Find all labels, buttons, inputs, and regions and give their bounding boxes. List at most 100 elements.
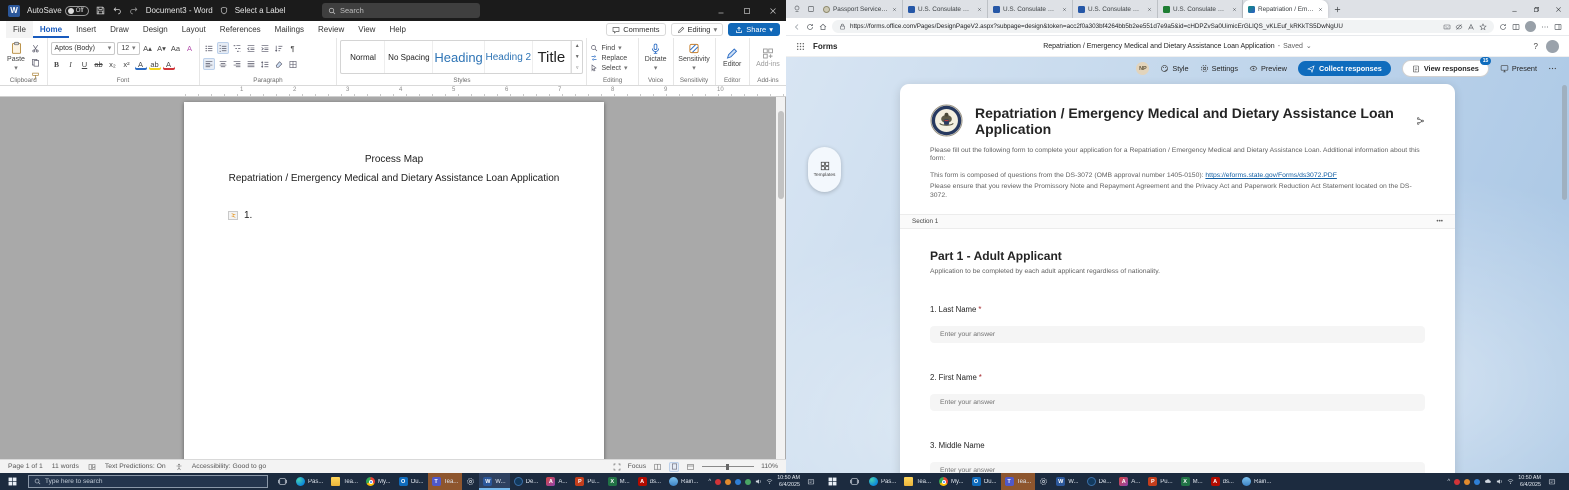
accessibility-status[interactable]: Accessibility: Good to go <box>192 463 266 470</box>
taskbar-app-excel[interactable]: XM... <box>1177 473 1207 490</box>
read-mode-icon[interactable] <box>653 463 662 471</box>
browser-tab-active[interactable]: Repatriation / Emergency Medi... <box>1243 0 1328 18</box>
clock-left[interactable]: 10:50 AM 6/4/2025 <box>777 475 800 488</box>
network-icon[interactable] <box>766 478 773 485</box>
view-responses-button[interactable]: View responses 15 <box>1402 60 1489 77</box>
taskbar-app-excel[interactable]: XM... <box>604 473 634 490</box>
section-header[interactable]: Section 1 ••• <box>900 214 1455 229</box>
tray-icon[interactable] <box>735 479 741 485</box>
tab-view[interactable]: View <box>351 21 382 38</box>
tab-references[interactable]: References <box>213 21 268 38</box>
home-icon[interactable] <box>819 23 827 31</box>
text-effects-icon[interactable]: A <box>135 58 147 70</box>
dictate-button[interactable]: Dictate▾ <box>642 40 670 74</box>
taskbar-app-weather[interactable]: Rain... <box>665 473 702 490</box>
close-tab-icon[interactable] <box>1062 7 1067 12</box>
restore-icon[interactable] <box>1525 0 1547 18</box>
style-no-spacing[interactable]: No Spacing <box>385 41 433 73</box>
taskbar-app-outlook[interactable]: OOu... <box>968 473 1001 490</box>
style-normal[interactable]: Normal <box>341 41 385 73</box>
taskbar-app-powerpoint[interactable]: PPu... <box>571 473 603 490</box>
taskbar-app-a[interactable]: AA... <box>542 473 571 490</box>
styles-gallery-icon[interactable]: ▿ <box>576 65 579 71</box>
first-name-input[interactable] <box>930 394 1425 411</box>
find-button[interactable]: Find▾ <box>590 44 634 52</box>
close-tab-icon[interactable] <box>977 7 982 12</box>
zoom-level[interactable]: 110% <box>761 463 778 470</box>
save-icon[interactable] <box>96 6 105 15</box>
chevron-down-icon[interactable]: ⌄ <box>1306 42 1312 50</box>
taskbar-app-defender[interactable]: De... <box>510 473 543 490</box>
tab-insert[interactable]: Insert <box>69 21 103 38</box>
volume-icon[interactable] <box>755 478 762 485</box>
present-button[interactable]: Present <box>1500 64 1537 73</box>
numbering-icon[interactable] <box>217 42 229 54</box>
browser-menu-icon[interactable] <box>1541 23 1549 31</box>
pilcrow-icon[interactable]: ¶ <box>287 42 299 54</box>
forms-doc-title[interactable]: Repatriation / Emergency Medical and Die… <box>786 42 1569 50</box>
ruler[interactable]: 1 2 3 4 5 6 7 8 9 10 <box>0 86 786 97</box>
action-center-icon[interactable] <box>804 478 818 486</box>
text-predictions[interactable]: Text Predictions: On <box>105 463 166 470</box>
styles-down-icon[interactable]: ▼ <box>575 54 580 60</box>
borders-icon[interactable] <box>287 58 299 70</box>
tab-help[interactable]: Help <box>382 21 412 38</box>
taskbar-app-folder[interactable]: Tea... <box>900 473 935 490</box>
browser-tab-3[interactable]: U.S. Consulate General Melbou... <box>988 0 1073 18</box>
hidden-icons-chevron[interactable]: ^ <box>708 479 711 485</box>
tray-icon[interactable] <box>725 479 731 485</box>
justify-icon[interactable] <box>245 58 257 70</box>
word-scrollbar[interactable] <box>776 97 785 459</box>
tray-icon[interactable] <box>745 479 751 485</box>
editor-button[interactable]: Editor <box>719 40 746 74</box>
superscript-icon[interactable]: x² <box>121 58 133 70</box>
ds3072-link[interactable]: https://eforms.state.gov/Forms/ds3072.PD… <box>1205 172 1336 179</box>
taskbar-app-chrome[interactable]: My... <box>362 473 395 490</box>
decrease-indent-icon[interactable] <box>245 42 257 54</box>
autosave-switch[interactable]: Off <box>65 6 89 16</box>
branch-icon[interactable] <box>1416 116 1425 126</box>
taskbar-search-input[interactable] <box>45 478 262 485</box>
taskbar-app-settings[interactable] <box>1035 473 1052 490</box>
style-heading2[interactable]: Heading 2 <box>485 41 533 73</box>
taskbar-app-teams[interactable]: TTea... <box>1001 473 1036 490</box>
tab-design[interactable]: Design <box>136 21 175 38</box>
web-layout-icon[interactable] <box>686 463 695 471</box>
url-field[interactable]: https://forms.office.com/Pages/DesignPag… <box>832 20 1494 33</box>
read-aloud-icon[interactable] <box>1467 23 1475 31</box>
word-count[interactable]: 11 words <box>52 463 79 470</box>
start-button[interactable] <box>0 473 24 490</box>
taskbar-search-box[interactable] <box>28 475 268 488</box>
start-button-secondary[interactable] <box>821 473 845 490</box>
select-label-button[interactable]: Select a Label <box>235 6 286 15</box>
browser-tab-5[interactable]: U.S. Consulate General Melbou... <box>1158 0 1243 18</box>
zoom-slider-handle[interactable] <box>726 464 729 470</box>
redo-icon[interactable] <box>129 6 139 15</box>
presence-badge[interactable]: NP <box>1136 62 1149 75</box>
replace-button[interactable]: Replace <box>590 54 634 62</box>
favorite-star-icon[interactable] <box>1479 23 1487 31</box>
line-spacing-icon[interactable] <box>259 58 271 70</box>
style-heading1[interactable]: Heading <box>433 41 485 73</box>
copy-icon[interactable] <box>29 56 41 68</box>
taskbar-app-edge[interactable]: Pas... <box>865 473 900 490</box>
proofing-icon[interactable] <box>88 463 96 471</box>
new-tab-icon[interactable] <box>1334 6 1341 13</box>
taskbar-app-a[interactable]: AA... <box>1115 473 1144 490</box>
print-layout-icon[interactable] <box>669 462 679 472</box>
settings-button[interactable]: Settings <box>1200 64 1238 73</box>
tray-icon[interactable] <box>1454 479 1460 485</box>
tray-icon[interactable] <box>1464 479 1470 485</box>
last-name-input[interactable] <box>930 326 1425 343</box>
cut-icon[interactable] <box>29 42 41 54</box>
font-color-icon[interactable]: A <box>163 58 175 70</box>
undo-icon[interactable] <box>112 6 122 15</box>
close-tab-icon[interactable] <box>1318 7 1323 12</box>
multilevel-list-icon[interactable] <box>231 42 243 54</box>
tray-icon[interactable] <box>715 479 721 485</box>
taskbar-app-weather[interactable]: Rain... <box>1238 473 1275 490</box>
hidden-icons-chevron[interactable]: ^ <box>1447 479 1450 485</box>
toolbar-more-icon[interactable] <box>1548 64 1557 73</box>
taskbar-app-defender[interactable]: De... <box>1083 473 1116 490</box>
taskbar-app-teams[interactable]: TTea... <box>428 473 463 490</box>
